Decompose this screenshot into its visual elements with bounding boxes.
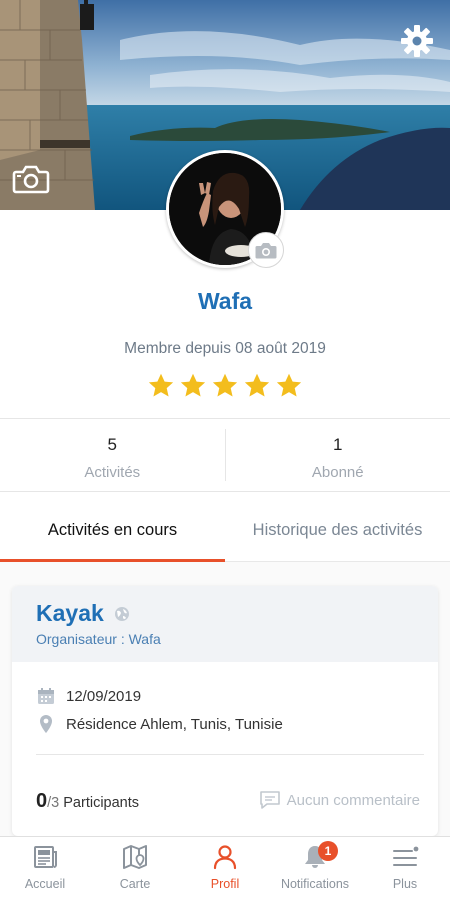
comments-link[interactable]: Aucun commentaire <box>259 790 420 810</box>
nav-notifications-label: Notifications <box>280 877 350 891</box>
stat-followers-label: Abonné <box>311 464 364 481</box>
rating-stars <box>0 372 450 400</box>
profile-name: Wafa <box>197 288 253 314</box>
activity-date: 12/09/2019 <box>66 687 142 705</box>
star-icon <box>180 373 206 397</box>
nav-profile-label: Profil <box>210 877 240 891</box>
bottom-navigation: Accueil Carte Profil 1 Notifications Plu… <box>0 836 450 900</box>
settings-gear-icon[interactable] <box>400 24 434 58</box>
participants-current: 0 <box>36 790 48 812</box>
comment-icon <box>259 791 280 809</box>
nav-profile[interactable]: Profil <box>180 837 270 900</box>
change-cover-camera-icon[interactable] <box>12 164 50 194</box>
tab-activity-history[interactable]: Historique des activités <box>225 510 450 561</box>
star-icon <box>276 373 302 397</box>
nav-notifications[interactable]: 1 Notifications <box>270 837 360 900</box>
activity-tabs: Activités en cours Historique des activi… <box>0 510 450 562</box>
nav-more-label: Plus <box>392 877 418 891</box>
nav-map[interactable]: Carte <box>90 837 180 900</box>
newspaper-icon <box>34 846 57 868</box>
activity-location-row: Résidence Ahlem, Tunis, Tunisie <box>36 710 438 738</box>
nav-home[interactable]: Accueil <box>0 837 90 900</box>
participants-label: Participants <box>63 795 140 811</box>
card-divider <box>36 754 424 755</box>
user-icon <box>213 845 237 870</box>
tab-current-activities[interactable]: Activités en cours <box>0 510 225 562</box>
calendar-icon <box>38 688 54 704</box>
location-pin-icon <box>40 715 52 733</box>
participants-count: 0/3 Participants <box>36 790 139 813</box>
profile-stats: 5 Activités 1 Abonné <box>0 418 450 492</box>
map-icon <box>123 845 147 869</box>
comments-text: Aucun commentaire <box>286 791 420 809</box>
change-avatar-camera-icon[interactable] <box>248 232 284 268</box>
activity-card-header[interactable]: Kayak Organisateur : Wafa <box>12 586 438 662</box>
participants-total: /3 <box>47 795 60 811</box>
star-icon <box>212 373 238 397</box>
stat-followers-count: 1 <box>333 435 343 454</box>
stat-activities-label: Activités <box>84 464 141 481</box>
globe-icon <box>115 606 130 621</box>
nav-map-label: Carte <box>119 877 151 891</box>
nav-more[interactable]: Plus <box>360 837 450 900</box>
activity-location: Résidence Ahlem, Tunis, Tunisie <box>66 715 283 733</box>
activity-date-row: 12/09/2019 <box>36 682 438 710</box>
notification-badge: 1 <box>318 841 338 861</box>
activity-organizer: Organisateur : Wafa <box>36 631 161 647</box>
member-since-text: Membre depuis 08 août 2019 <box>124 340 326 357</box>
stat-followers[interactable]: 1 Abonné <box>224 429 450 481</box>
nav-home-label: Accueil <box>24 877 66 891</box>
stat-activities-count: 5 <box>107 435 117 454</box>
activity-title: Kayak <box>36 600 104 626</box>
menu-icon <box>393 846 419 866</box>
star-icon <box>244 373 270 397</box>
stat-activities[interactable]: 5 Activités <box>0 419 225 491</box>
star-icon <box>148 373 174 397</box>
activity-card[interactable]: Kayak Organisateur : Wafa 12/09/2019 Rés… <box>12 586 438 836</box>
